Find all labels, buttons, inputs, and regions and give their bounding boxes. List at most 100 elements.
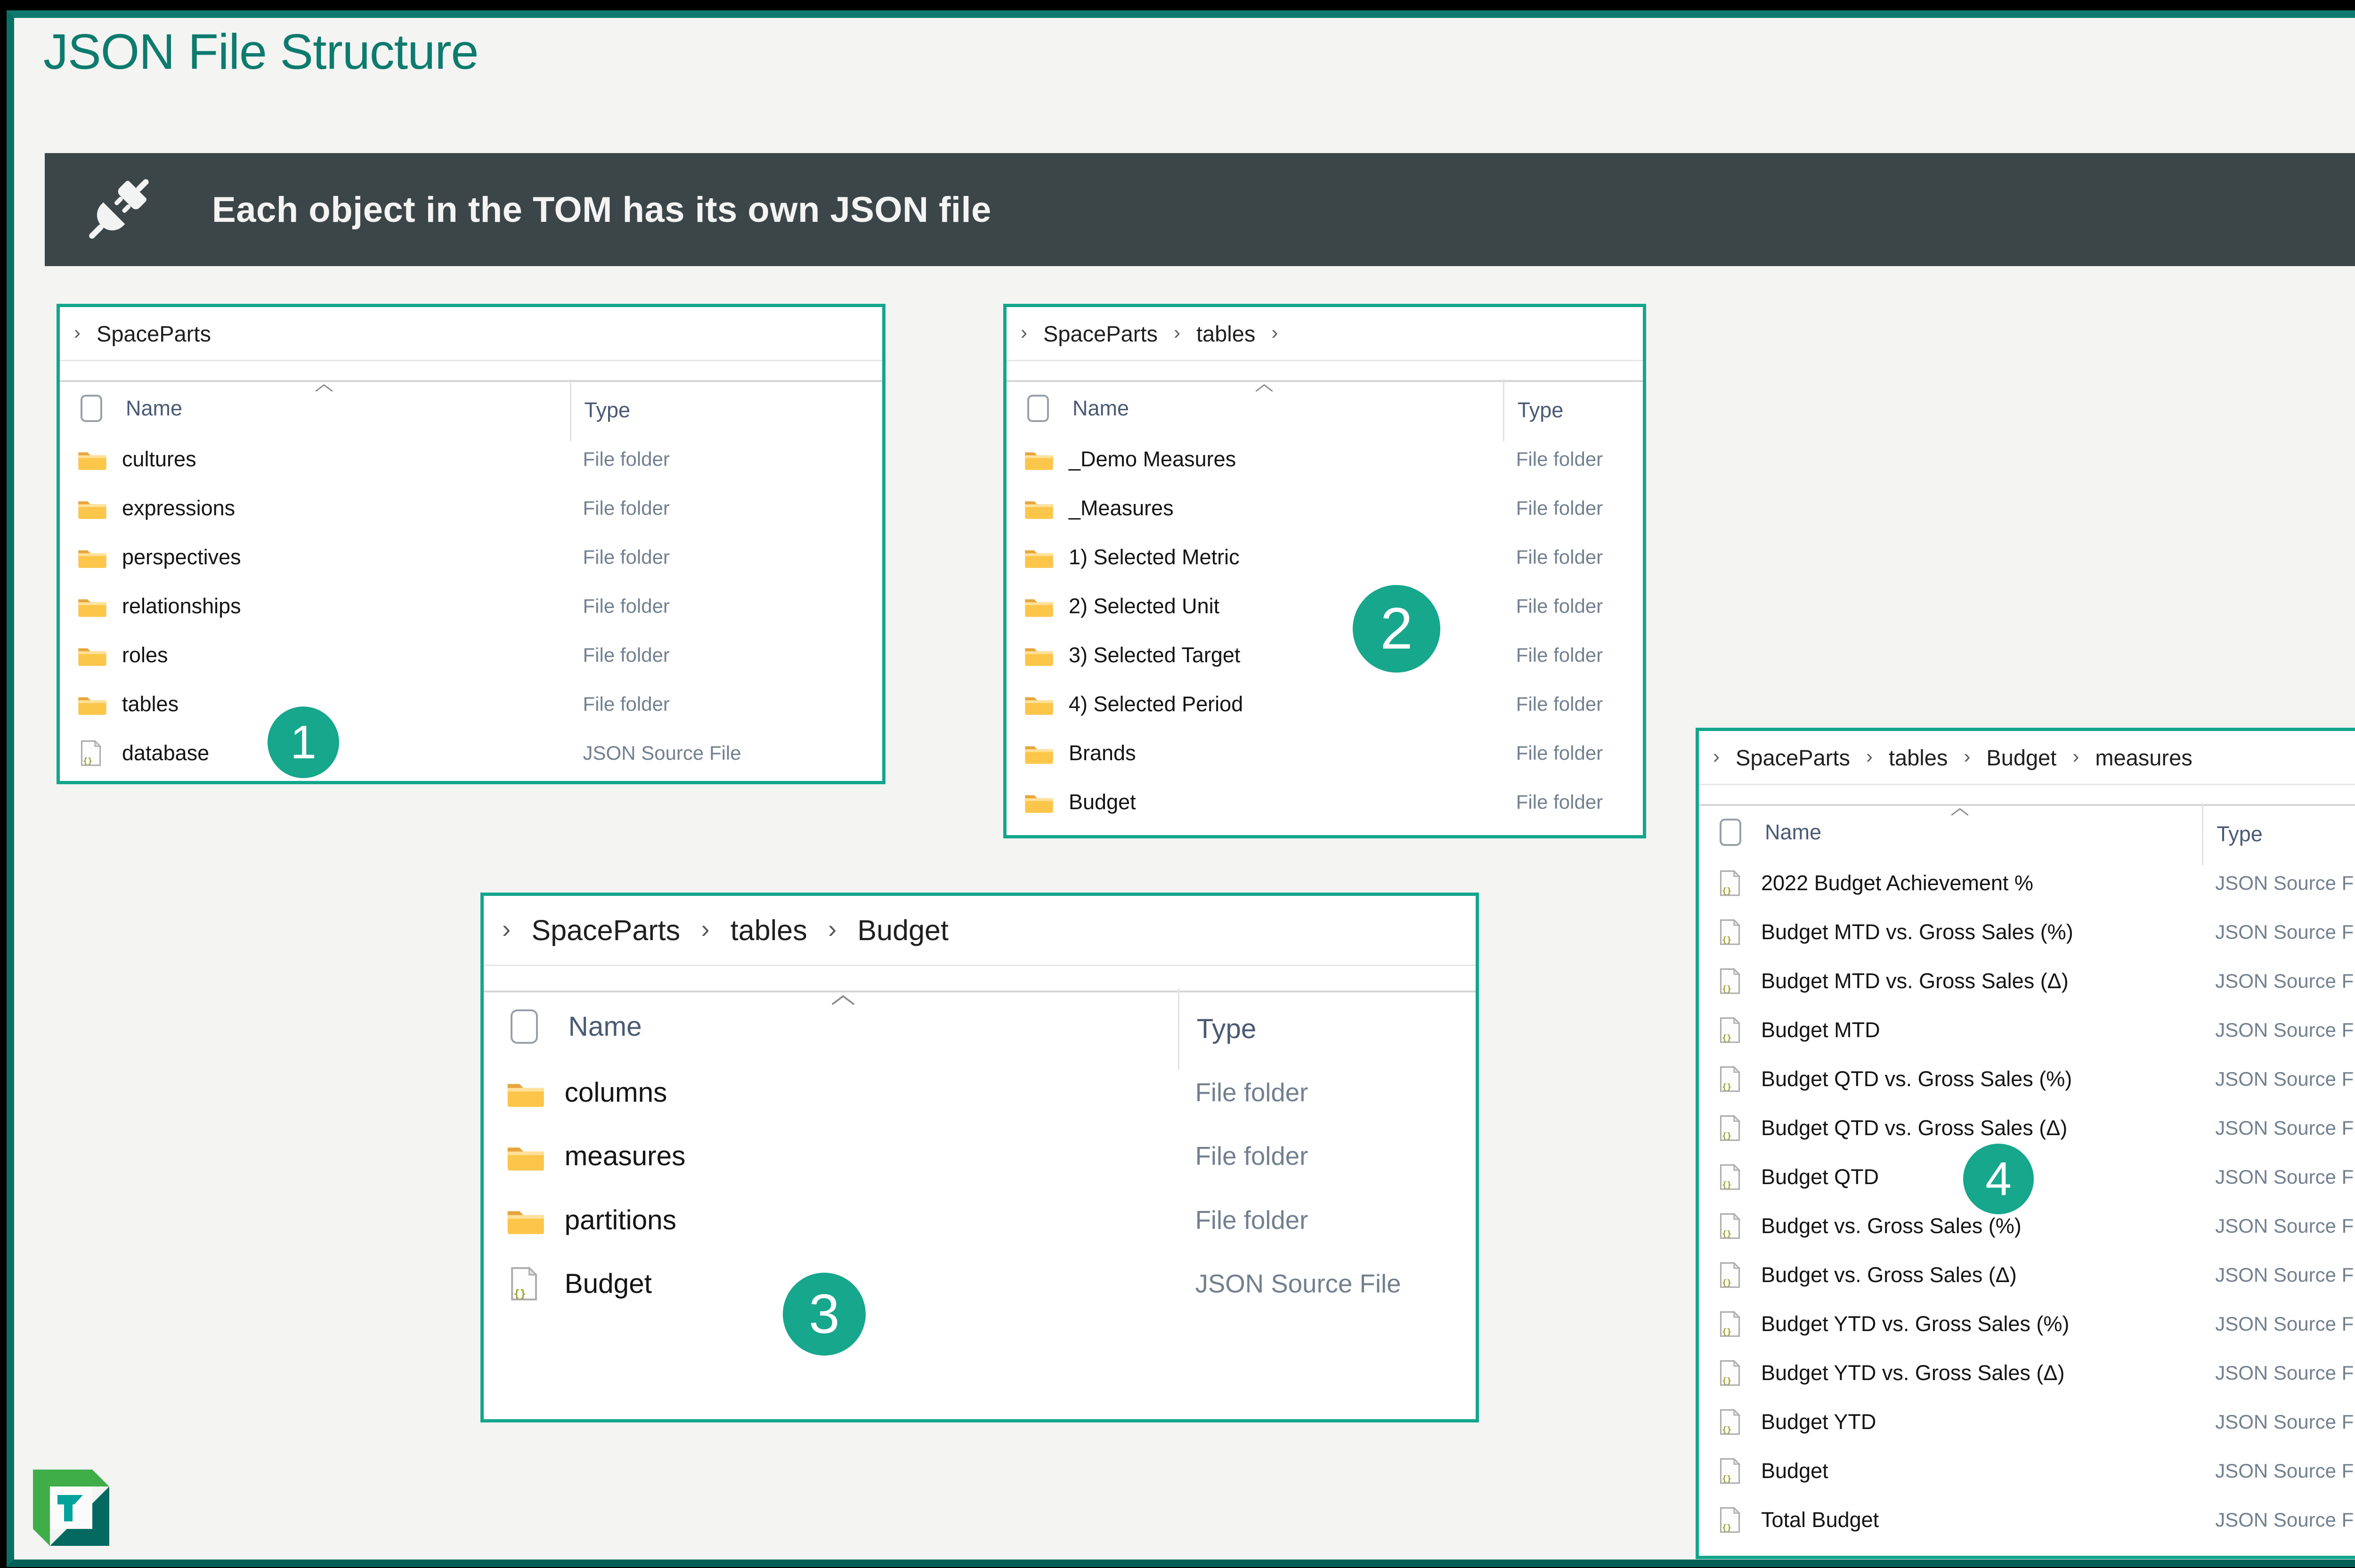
file-row[interactable]: {} Budget MTD vs. Gross Sales (%) JSON Sou… [1699,908,2355,957]
breadcrumb-item[interactable]: tables [1889,745,1948,771]
file-row[interactable]: {} Budget YTD vs. Gross Sales (%) JSON Sou… [1699,1300,2355,1349]
file-row[interactable]: tables File folder [60,680,882,729]
file-name: Budget MTD vs. Gross Sales (Δ) [1761,969,2069,993]
chevron-right-icon: › [701,915,710,944]
file-row[interactable]: {} Budget QTD vs. Gross Sales (%) JSON Sou… [1699,1055,2355,1104]
file-name: Total Budget [1761,1508,1879,1532]
breadcrumb-item[interactable]: SpaceParts [1736,745,1850,771]
file-name: Budget MTD [1761,1018,1880,1042]
column-header-type[interactable]: Type [2202,803,2263,865]
file-name: Budget QTD vs. Gross Sales (Δ) [1761,1116,2068,1140]
select-all-checkbox[interactable] [1720,819,1741,846]
file-type: JSON Source File [2215,1411,2355,1433]
breadcrumb-item[interactable]: Budget [1986,745,2056,771]
file-row[interactable]: Budget File folder [1007,778,1643,827]
chevron-right-icon: › [502,915,511,944]
file-type: File folder [583,595,670,617]
json-file-icon: {} [1717,1359,1748,1387]
file-row[interactable]: Brands File folder [1007,729,1643,778]
breadcrumb-item[interactable]: measures [2095,745,2192,771]
breadcrumb-item[interactable]: SpaceParts [97,321,211,347]
breadcrumb-item[interactable]: SpaceParts [1043,321,1158,347]
file-row[interactable]: expressions File folder [60,484,882,533]
file-type: File folder [583,693,670,715]
step-badge-1: 1 [268,707,339,778]
file-row[interactable]: perspectives File folder [60,533,882,582]
select-all-checkbox[interactable] [511,1009,538,1044]
file-type: File folder [583,546,670,568]
column-header-name[interactable]: Name [1072,396,1129,421]
file-name: 1) Selected Metric [1069,545,1240,569]
column-header-type[interactable]: Type [1178,988,1256,1070]
file-name: _Measures [1069,496,1174,520]
column-header-name[interactable]: Name [126,396,182,421]
file-row[interactable]: _Measures File folder [1007,484,1643,533]
column-header-name[interactable]: Name [568,1011,642,1042]
svg-text:{}: {} [1722,1278,1732,1288]
file-row[interactable]: {} 2022 Budget Achievement % JSON Source F… [1699,859,2355,908]
file-row[interactable]: columns File folder [484,1061,1476,1124]
breadcrumb-item[interactable]: tables [1196,321,1255,347]
explorer-panel-spaceparts: › SpaceParts Name Type cultures File folder ex… [57,304,885,784]
breadcrumb-item[interactable]: SpaceParts [531,914,680,947]
file-row[interactable]: partitions File folder [484,1188,1476,1252]
svg-text:{}: {} [1722,886,1732,896]
svg-text:{}: {} [1722,1474,1732,1484]
file-row[interactable]: {} Budget YTD vs. Gross Sales (Δ) JSON Sou… [1699,1349,2355,1397]
file-row[interactable]: 2) Selected Unit File folder [1007,582,1643,631]
file-name: _Demo Measures [1069,447,1236,471]
svg-text:{}: {} [1722,935,1732,945]
file-row[interactable]: 4) Selected Period File folder [1007,680,1643,729]
file-row[interactable]: {} Budget vs. Gross Sales (%) JSON Source … [1699,1202,2355,1251]
file-row[interactable]: {} Budget MTD JSON Source File [1699,1006,2355,1055]
file-type: File folder [1516,693,1603,715]
chevron-right-icon: › [1964,745,1971,767]
explorer-panel-tables: › SpaceParts › tables › Name Type _Demo Measure… [1003,304,1646,838]
breadcrumb: › SpaceParts › tables › Budget › measures [1699,731,2355,785]
file-name: database [122,741,210,765]
folder-icon [1024,642,1056,669]
chevron-right-icon: › [74,321,81,343]
file-type: JSON Source File [583,742,741,764]
column-header-type[interactable]: Type [569,379,630,441]
file-row[interactable]: {} Budget vs. Gross Sales (Δ) JSON Source … [1699,1251,2355,1300]
svg-text:{}: {} [1722,1082,1732,1092]
file-row[interactable]: measures File folder [484,1124,1476,1188]
file-row[interactable]: {} Budget MTD vs. Gross Sales (Δ) JSON Sou… [1699,957,2355,1006]
file-row[interactable]: {} Total Budget JSON Source File [1699,1495,2355,1544]
breadcrumb-item[interactable]: Budget [857,914,949,947]
file-row[interactable]: {} Budget YTD JSON Source File [1699,1397,2355,1446]
file-row[interactable]: cultures File folder [60,435,882,484]
json-file-icon: {} [78,739,109,767]
file-name: 3) Selected Target [1069,643,1241,667]
folder-icon [1024,446,1056,473]
file-row[interactable]: relationships File folder [60,582,882,631]
file-row[interactable]: {} Budget JSON Source File [1699,1446,2355,1495]
chevron-right-icon: › [828,915,837,944]
chevron-right-icon: › [2072,745,2079,767]
folder-icon [78,446,109,473]
file-row[interactable]: _Demo Measures File folder [1007,435,1643,484]
file-type: JSON Source File [2215,970,2355,992]
select-all-checkbox[interactable] [1027,395,1049,422]
plug-disconnected-icon [73,165,162,254]
select-all-checkbox[interactable] [81,395,102,422]
file-name: cultures [122,447,196,471]
file-row[interactable]: roles File folder [60,631,882,680]
file-type: File folder [1516,644,1603,666]
breadcrumb-item[interactable]: tables [731,914,807,947]
column-header-type[interactable]: Type [1502,379,1563,441]
step-badge-2: 2 [1353,585,1440,673]
sort-ascending-caret-icon [315,384,333,392]
file-row[interactable]: {} Budget JSON Source File [484,1252,1476,1316]
svg-text:{}: {} [1722,984,1732,994]
column-header-name[interactable]: Name [1765,820,1821,845]
file-name: partitions [564,1204,676,1235]
file-row[interactable]: {} database JSON Source File [60,729,882,778]
file-list: _Demo Measures File folder _Measures File f… [1007,435,1643,827]
file-row[interactable]: 3) Selected Target File folder [1007,631,1643,680]
file-name: Budget [564,1268,652,1299]
folder-icon [1024,691,1056,718]
file-row[interactable]: {} Budget QTD vs. Gross Sales (Δ) JSON Sou… [1699,1104,2355,1153]
file-row[interactable]: 1) Selected Metric File folder [1007,533,1643,582]
